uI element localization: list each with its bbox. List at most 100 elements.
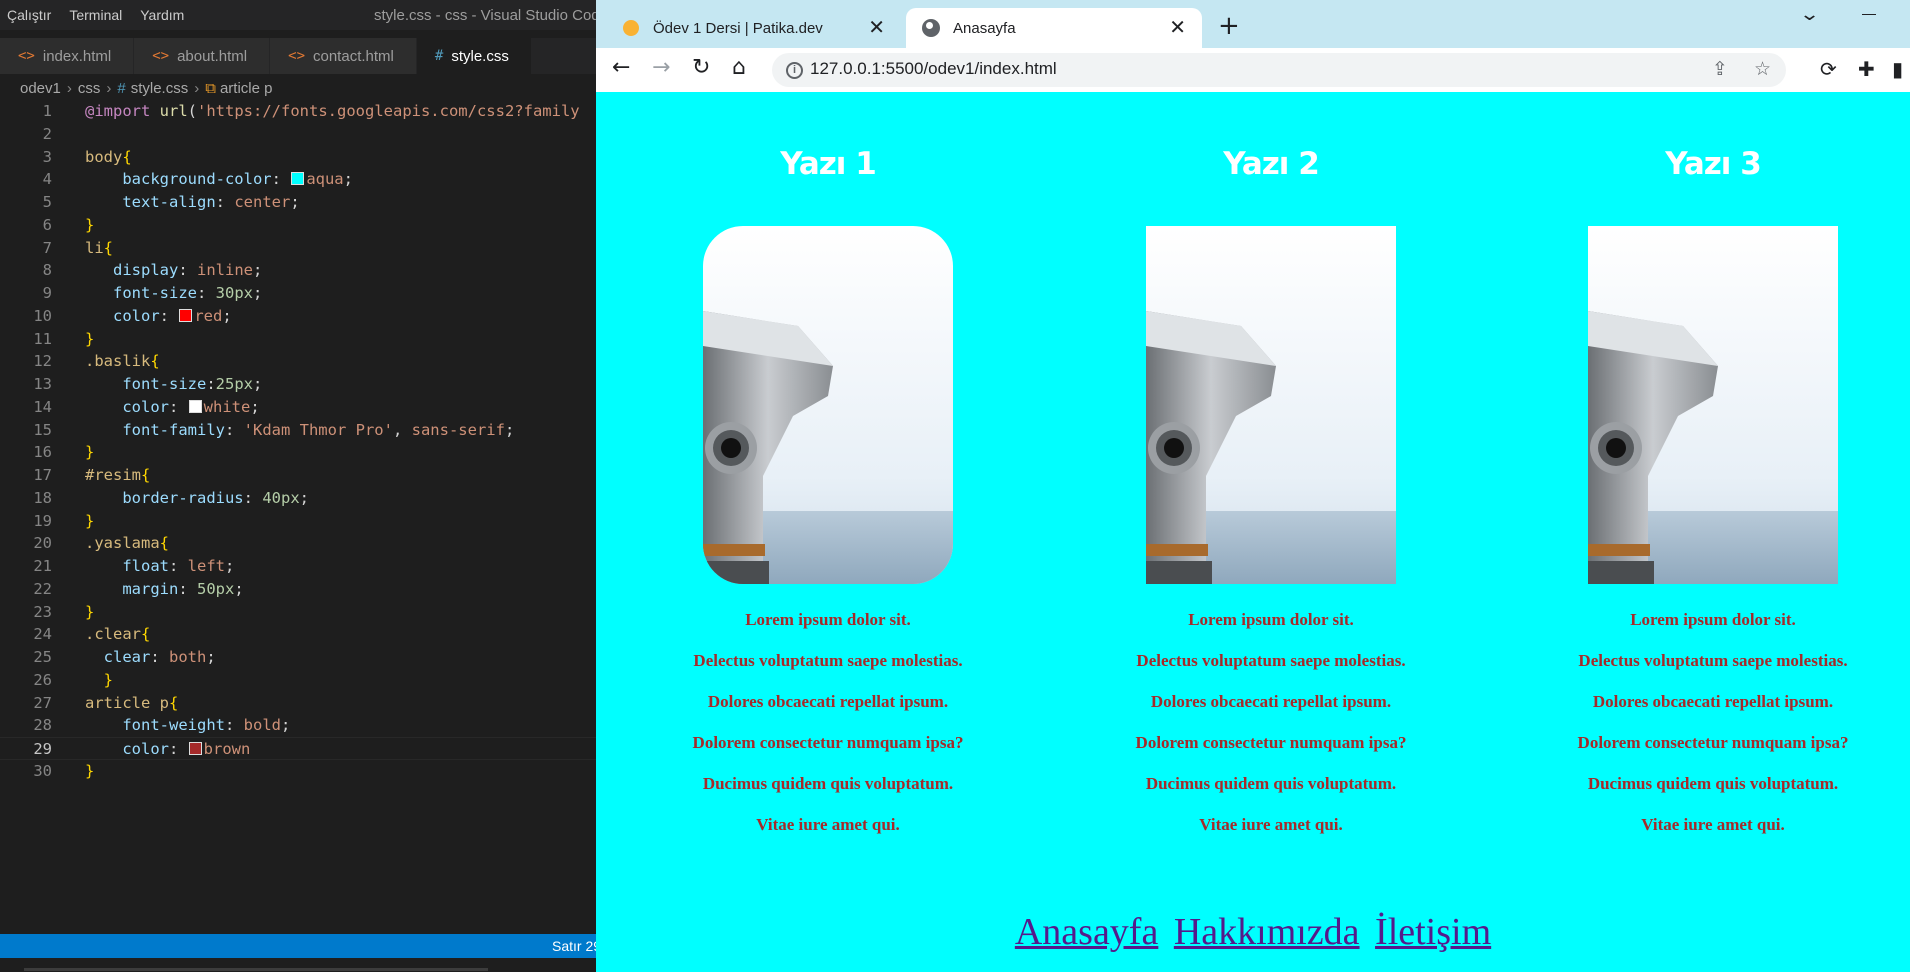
extensions-icon[interactable]: ✚ — [1858, 57, 1875, 81]
code-line[interactable]: 26 } — [0, 669, 596, 692]
browser-tab-patika[interactable]: Ödev 1 Dersi | Patika.dev ✕ — [596, 8, 901, 48]
menu-run[interactable]: Çalıştır — [0, 7, 60, 23]
home-icon[interactable]: ⌂ — [732, 56, 746, 80]
code-line[interactable]: 20 .yaslama{ — [0, 532, 596, 555]
chevron-right-icon: › — [106, 79, 112, 97]
back-icon[interactable]: ← — [612, 56, 630, 80]
code-line[interactable]: 1 @import url('https://fonts.googleapis.c… — [0, 100, 596, 123]
close-icon[interactable]: ✕ — [868, 17, 885, 37]
code-line[interactable]: 11} — [0, 328, 596, 351]
line-number: 2 — [42, 124, 52, 143]
scrollbar[interactable] — [24, 968, 488, 971]
code-text: } — [85, 761, 95, 780]
code-line[interactable]: 19} — [0, 510, 596, 533]
code-line[interactable]: 22 margin: 50px; — [0, 578, 596, 601]
nav-link-about[interactable]: Hakkımızda — [1174, 911, 1360, 953]
article-line: Delectus voluptatum saepe molestias. — [693, 651, 963, 670]
menu-help[interactable]: Yardım — [131, 7, 193, 23]
code-line[interactable]: 27 article p{ — [0, 692, 596, 715]
code-line[interactable]: 23} — [0, 601, 596, 624]
breadcrumb: odev1 › css › # style.css › ⧉ article p — [20, 77, 272, 99]
code-line[interactable]: 15 font-family: 'Kdam Thmor Pro', sans-s… — [0, 419, 596, 442]
line-number: 19 — [33, 511, 52, 530]
editor-tab-style[interactable]: # style.css — [416, 38, 532, 74]
code-line[interactable]: 2 — [0, 123, 596, 146]
editor-tab-contact[interactable]: <> contact.html — [270, 38, 417, 74]
reload-icon[interactable]: ↻ — [692, 56, 710, 80]
forward-icon[interactable]: → — [652, 56, 670, 80]
browser-window: Ödev 1 Dersi | Patika.dev ✕ Anasayfa ✕ +… — [596, 0, 1910, 972]
code-text: font-weight: bold; — [122, 716, 291, 735]
binocular-viewer-icon — [703, 226, 953, 584]
editor-tabs: <> index.html <> about.html <> contact.h… — [0, 38, 596, 74]
breadcrumb-item[interactable]: css — [78, 80, 101, 97]
code-editor[interactable]: 1 @import url('https://fonts.googleapis.c… — [0, 100, 596, 783]
star-icon[interactable]: ☆ — [1754, 58, 1771, 80]
breadcrumb-item[interactable]: article p — [220, 80, 273, 97]
editor-tab-about[interactable]: <> about.html — [134, 38, 271, 74]
line-number: 22 — [33, 579, 52, 598]
code-line[interactable]: 3 body{ — [0, 146, 596, 169]
minimize-icon[interactable] — [1862, 14, 1876, 15]
article-line: Dolorem consectetur numquam ipsa? — [1135, 733, 1407, 752]
cursor-position[interactable]: Satır 29, Sütun 17 — [552, 938, 596, 954]
code-text: .baslik{ — [85, 352, 160, 371]
color-swatch[interactable] — [291, 172, 305, 186]
code-line[interactable]: 12 .baslik{ — [0, 350, 596, 373]
share-icon[interactable]: ⇪ — [1712, 58, 1728, 80]
code-text: color: red; — [113, 306, 232, 325]
editor-tab-label: about.html — [177, 47, 248, 65]
color-swatch[interactable] — [188, 399, 202, 413]
code-line[interactable]: 7 li{ — [0, 237, 596, 260]
binocular-viewer-image — [1146, 226, 1396, 584]
line-number: 10 — [33, 306, 52, 325]
article-line: Lorem ipsum dolor sit. — [1630, 610, 1796, 629]
address-bar[interactable]: i 127.0.0.1:5500/odev1/index.html ⇪ ☆ — [772, 53, 1786, 87]
editor-tab-index[interactable]: <> index.html — [0, 38, 135, 74]
vscode-menubar: Çalıştır Terminal Yardım style.css - css… — [0, 0, 596, 30]
code-line[interactable]: 9 font-size: 30px; — [0, 282, 596, 305]
code-line[interactable]: 29 color: brown — [0, 737, 596, 760]
symbol-icon: ⧉ — [205, 79, 216, 97]
nav-link-home[interactable]: Anasayfa — [1015, 911, 1158, 953]
menu-terminal[interactable]: Terminal — [60, 7, 131, 23]
code-line[interactable]: 8 display: inline; — [0, 259, 596, 282]
code-text: margin: 50px; — [122, 579, 244, 598]
code-line[interactable]: 5 text-align: center; — [0, 191, 596, 214]
info-icon[interactable]: i — [786, 62, 803, 79]
code-text: border-radius: 40px; — [122, 488, 309, 507]
url-text[interactable]: 127.0.0.1:5500/odev1/index.html — [810, 59, 1057, 79]
color-swatch[interactable] — [179, 308, 193, 322]
breadcrumb-item[interactable]: odev1 — [20, 80, 61, 97]
code-line[interactable]: 17 #resim{ — [0, 464, 596, 487]
close-icon[interactable]: ✕ — [1169, 17, 1186, 37]
webpage-body: Yazı 1 Lorem ipsum dolor sit. Delectus v… — [596, 92, 1910, 972]
chevron-right-icon: › — [66, 79, 72, 97]
browser-tab-anasayfa[interactable]: Anasayfa ✕ — [906, 8, 1202, 48]
chevron-down-icon[interactable]: ⌄ — [1799, 4, 1820, 25]
code-line[interactable]: 18 border-radius: 40px; — [0, 487, 596, 510]
code-line[interactable]: 6} — [0, 214, 596, 237]
sync-icon[interactable]: ⟳ — [1820, 57, 1837, 81]
code-line[interactable]: 14 color: white; — [0, 396, 596, 419]
code-line[interactable]: 21 float: left; — [0, 555, 596, 578]
code-line[interactable]: 24 .clear{ — [0, 623, 596, 646]
code-line[interactable]: 10 color: red; — [0, 305, 596, 328]
code-line[interactable]: 30} — [0, 760, 596, 783]
sidebar-icon[interactable]: ▮ — [1892, 57, 1903, 81]
code-line[interactable]: 13 font-size:25px; — [0, 373, 596, 396]
vscode-window-title: style.css - css - Visual Studio Code — [374, 7, 596, 24]
new-tab-icon[interactable]: + — [1218, 13, 1240, 39]
color-swatch[interactable] — [188, 742, 202, 755]
code-line[interactable]: 25 clear: both; — [0, 646, 596, 669]
code-line[interactable]: 28 font-weight: bold; — [0, 714, 596, 737]
line-number: 3 — [42, 147, 52, 166]
binocular-viewer-icon — [1146, 226, 1396, 584]
nav-link-contact[interactable]: İletişim — [1375, 911, 1491, 953]
article-line: Delectus voluptatum saepe molestias. — [1578, 651, 1848, 670]
breadcrumb-item[interactable]: style.css — [131, 80, 189, 97]
line-number: 21 — [33, 557, 52, 575]
code-line[interactable]: 4 background-color: aqua; — [0, 168, 596, 191]
line-number: 12 — [33, 352, 52, 371]
code-line[interactable]: 16} — [0, 441, 596, 464]
